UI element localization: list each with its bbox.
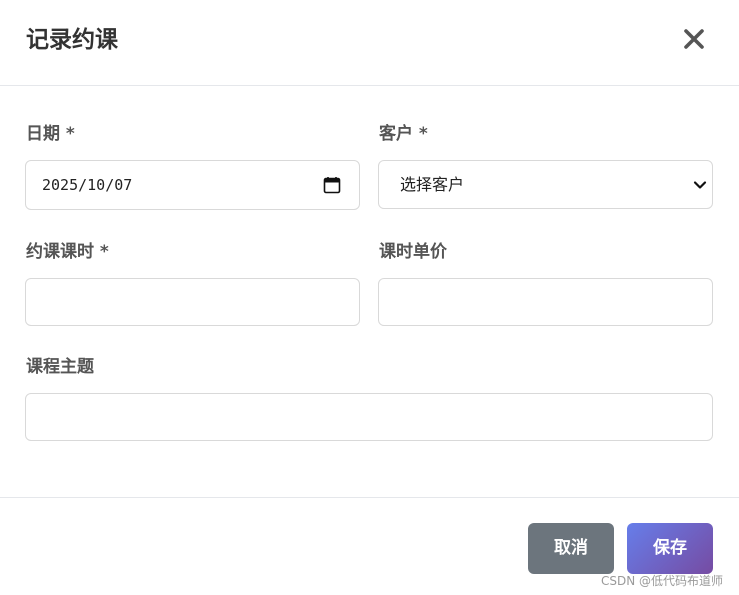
dialog-header: 记录约课 xyxy=(0,0,739,86)
topic-label: 课程主题 xyxy=(26,357,94,377)
date-value: 2025/10/07 xyxy=(42,176,133,194)
unit-price-label: 课时单价 xyxy=(379,242,447,262)
hours-label: 约课课时 * xyxy=(26,242,109,262)
dialog-title: 记录约课 xyxy=(26,27,118,53)
client-selected-value: 选择客户 xyxy=(400,175,465,194)
footer-divider xyxy=(0,497,739,498)
hours-input[interactable] xyxy=(25,278,360,326)
save-button[interactable]: 保存 xyxy=(627,523,713,574)
calendar-icon[interactable] xyxy=(323,176,341,194)
client-select[interactable]: 选择客户 xyxy=(378,160,713,209)
client-label: 客户 * xyxy=(379,124,428,144)
close-icon[interactable] xyxy=(680,25,708,53)
unit-price-input[interactable] xyxy=(378,278,713,326)
chevron-down-icon xyxy=(692,177,708,193)
record-booking-dialog: 记录约课 日期 * 2025/10/07 客户 * 选择客户 约课课时 * 课时… xyxy=(0,0,739,595)
watermark: CSDN @低代码布道师 xyxy=(601,574,724,588)
date-input[interactable]: 2025/10/07 xyxy=(25,160,360,210)
cancel-button[interactable]: 取消 xyxy=(528,523,614,574)
topic-input[interactable] xyxy=(25,393,713,441)
date-label: 日期 * xyxy=(26,124,75,144)
